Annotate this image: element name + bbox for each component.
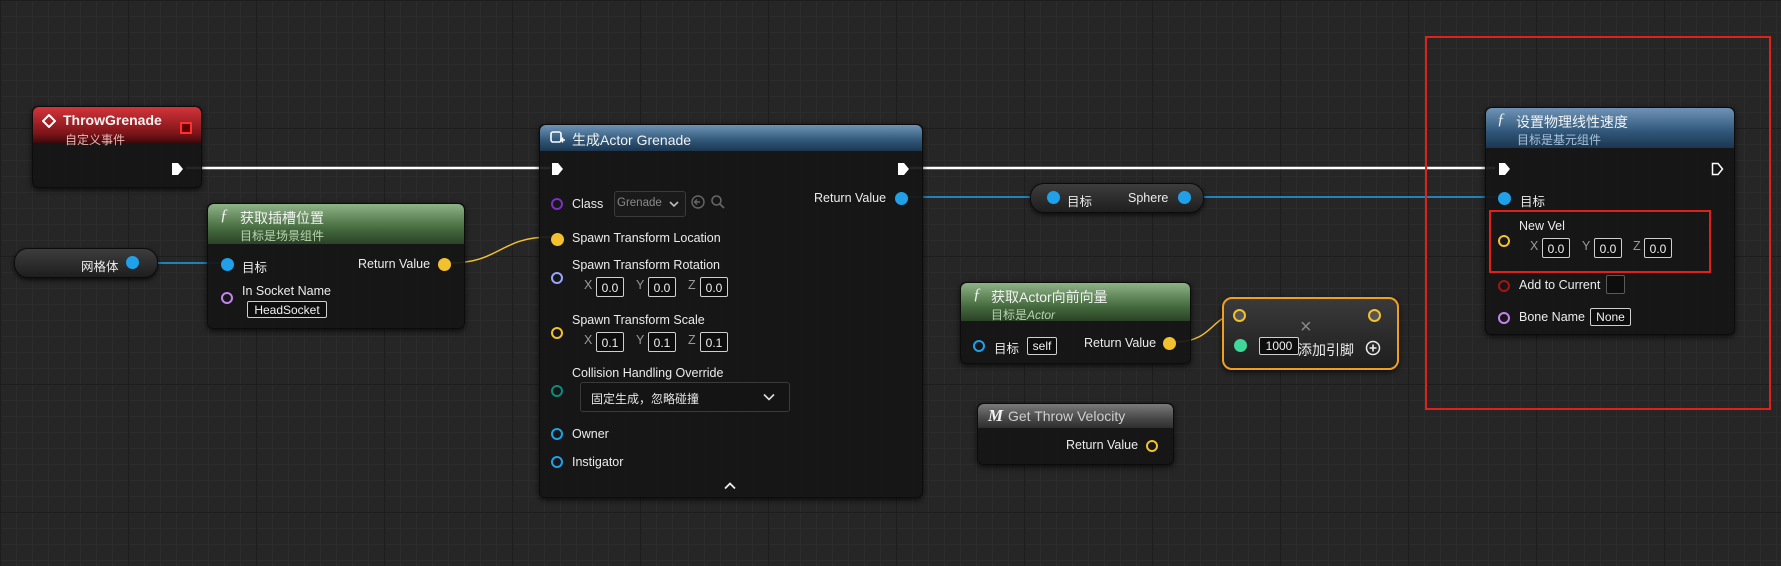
socket-header: ƒ 获取插槽位置 目标是场景组件 xyxy=(208,204,464,244)
collapse-chevron-up-icon[interactable] xyxy=(724,482,736,490)
multiply-add-pin-label: 添加引脚 xyxy=(1298,342,1354,358)
socket-subtitle: 目标是场景组件 xyxy=(240,229,325,243)
forward-target-label: 目标 xyxy=(994,342,1020,356)
multiply-in-a-pin[interactable] xyxy=(1233,309,1246,322)
socket-title: 获取插槽位置 xyxy=(240,210,324,226)
spawn-class-pin[interactable] xyxy=(551,198,563,210)
rotation-z-input[interactable]: 0.0 xyxy=(700,277,728,297)
multiply-node[interactable]: 1000 × 添加引脚 xyxy=(1222,297,1399,370)
scale-z-axis: Z xyxy=(688,333,696,347)
spawn-collision-label: Collision Handling Override xyxy=(572,366,724,380)
multiply-out-pin[interactable] xyxy=(1368,309,1381,322)
forward-return-label: Return Value xyxy=(1084,336,1157,350)
throw-velocity-return-label: Return Value xyxy=(1066,438,1139,452)
throw-velocity-header: M Get Throw Velocity xyxy=(978,404,1173,428)
socket-target-pin[interactable] xyxy=(221,258,234,271)
socket-name-input[interactable]: HeadSocket xyxy=(247,301,327,318)
scale-x-input[interactable]: 0.1 xyxy=(596,332,624,352)
use-selected-arrow-icon[interactable] xyxy=(690,194,706,210)
rotation-y-input[interactable]: 0.0 xyxy=(648,277,676,297)
throw-velocity-title: Get Throw Velocity xyxy=(1008,408,1126,424)
socket-target-label: 目标 xyxy=(242,261,268,275)
mesh-variable-label: 网格体 xyxy=(81,260,119,274)
scale-x-axis: X xyxy=(584,333,593,347)
forward-target-pin[interactable] xyxy=(973,340,985,352)
event-subtitle: 自定义事件 xyxy=(65,133,126,147)
get-actor-forward-node[interactable]: ƒ 获取Actor向前向量 目标是Actor 目标 self Return Va… xyxy=(960,282,1191,364)
mesh-variable-node[interactable]: 网格体 xyxy=(14,248,158,278)
socket-return-pin[interactable] xyxy=(438,258,451,271)
spawn-scale-label: Spawn Transform Scale xyxy=(572,313,705,327)
multiply-value-input[interactable]: 1000 xyxy=(1259,337,1299,355)
macro-icon: M xyxy=(988,406,1004,425)
function-icon: ƒ xyxy=(973,286,981,303)
forward-return-pin[interactable] xyxy=(1163,337,1176,350)
spawn-collision-value: 固定生成，忽略碰撞 xyxy=(591,392,700,406)
chevron-down-icon xyxy=(763,393,775,401)
spawn-owner-pin[interactable] xyxy=(551,428,563,440)
rotation-z-axis: Z xyxy=(688,278,696,292)
event-title: ThrowGrenade xyxy=(63,112,162,128)
sphere-out-pin[interactable] xyxy=(1178,191,1191,204)
forward-subtitle: 目标是Actor xyxy=(991,308,1056,322)
spawn-rotation-label: Spawn Transform Rotation xyxy=(572,258,720,272)
socket-name-label: In Socket Name xyxy=(242,284,331,298)
get-socket-location-node[interactable]: ƒ 获取插槽位置 目标是场景组件 目标 Return Value In Sock… xyxy=(207,203,465,329)
event-delegate-pin[interactable] xyxy=(180,122,192,134)
spawn-instigator-pin[interactable] xyxy=(551,456,563,468)
sphere-target-label: 目标 xyxy=(1067,195,1093,209)
spawn-exec-out-pin[interactable] xyxy=(897,162,910,176)
browse-search-icon[interactable] xyxy=(710,194,726,210)
spawn-title: 生成Actor Grenade xyxy=(572,132,692,148)
spawn-collision-dropdown[interactable]: 固定生成，忽略碰撞 xyxy=(580,382,790,412)
multiply-symbol: × xyxy=(1300,316,1312,338)
mesh-out-pin[interactable] xyxy=(126,256,139,269)
spawn-collision-pin[interactable] xyxy=(551,385,563,397)
spawn-instigator-label: Instigator xyxy=(572,455,624,469)
sphere-value-label: Sphere xyxy=(1128,191,1169,205)
add-pin-icon[interactable] xyxy=(1365,340,1381,356)
multiply-in-b-pin[interactable] xyxy=(1234,339,1247,352)
highlight-frame-new-vel xyxy=(1489,210,1711,273)
throw-velocity-return-pin[interactable] xyxy=(1146,440,1158,452)
vector-wire-socket-location xyxy=(449,236,551,264)
spawn-return-pin[interactable] xyxy=(895,192,908,205)
scale-z-input[interactable]: 0.1 xyxy=(700,332,728,352)
event-diamond-icon xyxy=(42,114,56,128)
spawn-header: 生成Actor Grenade xyxy=(540,125,922,151)
event-header: ThrowGrenade 自定义事件 xyxy=(33,107,201,147)
scale-y-input[interactable]: 0.1 xyxy=(648,332,676,352)
spawn-class-label: Class xyxy=(572,197,604,211)
sphere-target-pin[interactable] xyxy=(1047,191,1060,204)
rotation-x-axis: X xyxy=(584,278,593,292)
chevron-down-icon xyxy=(669,201,679,208)
spawn-actor-node[interactable]: 生成Actor Grenade Class Grenade Return Val… xyxy=(539,124,923,498)
forward-title: 获取Actor向前向量 xyxy=(991,289,1108,305)
forward-target-input[interactable]: self xyxy=(1027,337,1057,355)
forward-header: ƒ 获取Actor向前向量 目标是Actor xyxy=(961,283,1190,322)
spawn-location-label: Spawn Transform Location xyxy=(572,231,721,245)
spawn-scale-pin[interactable] xyxy=(551,327,563,339)
spawn-owner-label: Owner xyxy=(572,427,609,441)
spawn-class-dropdown[interactable]: Grenade xyxy=(614,191,686,217)
throw-grenade-event-node[interactable]: ThrowGrenade 自定义事件 xyxy=(32,106,202,188)
rotation-y-axis: Y xyxy=(636,278,645,292)
spawn-actor-icon xyxy=(550,131,565,143)
socket-return-label: Return Value xyxy=(358,257,431,271)
spawn-exec-in-pin[interactable] xyxy=(551,162,564,176)
function-icon: ƒ xyxy=(220,207,228,224)
scale-y-axis: Y xyxy=(636,333,645,347)
spawn-location-pin[interactable] xyxy=(551,233,564,246)
get-throw-velocity-node[interactable]: M Get Throw Velocity Return Value xyxy=(977,403,1174,465)
rotation-x-input[interactable]: 0.0 xyxy=(596,277,624,297)
socket-name-pin[interactable] xyxy=(221,292,233,304)
sphere-variable-node[interactable]: 目标 Sphere xyxy=(1030,183,1204,213)
spawn-class-value: Grenade xyxy=(617,197,662,209)
spawn-return-label: Return Value xyxy=(814,191,887,205)
spawn-rotation-pin[interactable] xyxy=(551,272,563,284)
event-exec-out-pin[interactable] xyxy=(171,162,184,176)
